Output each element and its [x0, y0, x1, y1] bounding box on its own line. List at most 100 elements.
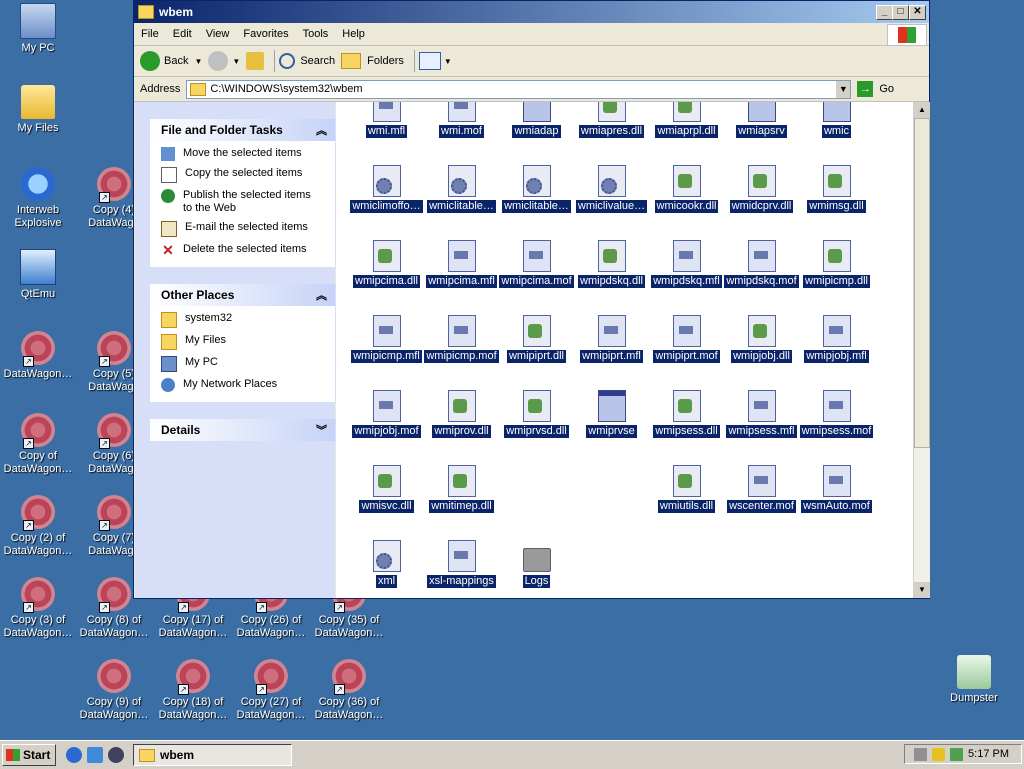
search-button[interactable]: Search	[279, 53, 335, 69]
file-item[interactable]: wmipdskq.mfl	[649, 240, 724, 291]
file-item[interactable]: wmipjobj.dll	[724, 315, 799, 366]
maximize-button[interactable]: □	[892, 5, 909, 20]
menu-tools[interactable]: Tools	[296, 28, 336, 40]
back-button[interactable]: Back ▼	[140, 51, 202, 71]
taskbar-item-wbem[interactable]: wbem	[133, 744, 292, 766]
file-item[interactable]: wmimsg.dll	[799, 165, 874, 216]
file-item[interactable]: wmisvc.dll	[349, 465, 424, 516]
desktop-icon[interactable]: Interweb Explosive	[0, 167, 76, 230]
file-list-view[interactable]: wmi.mfl wmi.mof wmiadap wmiapres.dll wmiaprp…	[336, 102, 913, 598]
file-item[interactable]: wmipiprt.dll	[499, 315, 574, 366]
file-item[interactable]: wmipicmp.mfl	[349, 315, 424, 366]
explorer-quicklaunch-icon[interactable]	[87, 747, 103, 763]
file-item[interactable]: wmiprvse	[574, 390, 649, 441]
file-item[interactable]: wmiutils.dll	[649, 465, 724, 516]
browser-quicklaunch-icon[interactable]	[66, 747, 82, 763]
desktop-icon[interactable]: ↗ Copy (3) of DataWagon…	[0, 577, 76, 640]
file-folder-tasks-header[interactable]: File and Folder Tasks ︽	[150, 119, 335, 141]
file-item[interactable]: wmic	[799, 102, 874, 141]
file-item[interactable]: wmi.mof	[424, 102, 499, 141]
desktop-icon[interactable]: ↗ Copy of DataWagon…	[0, 413, 76, 476]
file-item[interactable]: wmicookr.dll	[649, 165, 724, 216]
file-item[interactable]: wmipdskq.mof	[724, 240, 799, 291]
scroll-down-button[interactable]: ▼	[914, 582, 930, 598]
file-item[interactable]: wscenter.mof	[724, 465, 799, 516]
place-item[interactable]: My Network Places	[161, 378, 335, 392]
expand-icon[interactable]: ︾	[316, 422, 327, 438]
menu-edit[interactable]: Edit	[166, 28, 199, 40]
desktop-icon[interactable]: ↗ Copy (36) of DataWagon…	[311, 659, 387, 722]
security-shield-icon[interactable]	[932, 747, 946, 761]
desktop-icon[interactable]: Copy (9) of DataWagon…	[76, 659, 152, 722]
desktop-icon[interactable]: ↗ Copy (27) of DataWagon…	[233, 659, 309, 722]
file-item[interactable]: wmiapres.dll	[574, 102, 649, 141]
title-bar[interactable]: wbem _ □ ✕	[134, 1, 929, 23]
keyboard-icon[interactable]	[914, 747, 928, 761]
menu-favorites[interactable]: Favorites	[236, 28, 295, 40]
close-button[interactable]: ✕	[909, 5, 926, 20]
file-item[interactable]: wmiclitable…	[499, 165, 574, 216]
file-item[interactable]: xml	[349, 540, 424, 591]
address-dropdown-button[interactable]: ▼	[836, 80, 851, 98]
views-button[interactable]: ▼	[418, 52, 452, 70]
media-player-quicklaunch-icon[interactable]	[108, 747, 124, 763]
task-item[interactable]: ✕ Delete the selected items	[161, 243, 335, 257]
file-item[interactable]: wmiapsrv	[724, 102, 799, 141]
file-item[interactable]: wmipsess.dll	[649, 390, 724, 441]
file-item[interactable]: xsl-mappings	[424, 540, 499, 591]
file-item[interactable]: wmipcima.mfl	[424, 240, 499, 291]
task-item[interactable]: E-mail the selected items	[161, 221, 335, 237]
file-item[interactable]: wmipiprt.mfl	[574, 315, 649, 366]
file-item[interactable]: wmi.mfl	[349, 102, 424, 141]
file-item[interactable]: wmiclimoffo…	[349, 165, 424, 216]
desktop-icon[interactable]: Dumpster	[936, 655, 1012, 705]
place-item[interactable]: system32	[161, 312, 335, 328]
collapse-icon[interactable]: ︽	[316, 287, 327, 303]
file-item[interactable]: wmipjobj.mof	[349, 390, 424, 441]
up-folder-button[interactable]	[246, 52, 265, 70]
file-item[interactable]: wmipiprt.mof	[649, 315, 724, 366]
desktop-icon[interactable]: My Files	[0, 85, 76, 135]
file-item[interactable]: wmipcima.mof	[499, 240, 574, 291]
desktop-icon[interactable]: My PC	[0, 3, 76, 55]
file-item[interactable]: wmiclivalue…	[574, 165, 649, 216]
other-places-header[interactable]: Other Places ︽	[150, 284, 335, 306]
desktop-icon[interactable]: ↗ DataWagon…	[0, 331, 76, 381]
file-item[interactable]: wmipcima.dll	[349, 240, 424, 291]
explorer-window[interactable]: wbem _ □ ✕ File Edit View Favorites Tool…	[133, 0, 930, 599]
file-item[interactable]: Logs	[499, 540, 574, 591]
clock[interactable]: 5:17 PM	[968, 748, 1009, 760]
network-icon[interactable]	[950, 747, 964, 761]
file-item[interactable]: wmiaprpl.dll	[649, 102, 724, 141]
file-item[interactable]: wmipicmp.mof	[424, 315, 499, 366]
collapse-icon[interactable]: ︽	[316, 122, 327, 138]
file-item[interactable]: wmipdskq.dll	[574, 240, 649, 291]
file-item[interactable]: wmiadap	[499, 102, 574, 141]
go-button[interactable]: → Go	[857, 81, 894, 97]
task-item[interactable]: Move the selected items	[161, 147, 335, 161]
desktop-icon[interactable]: ↗ Copy (2) of DataWagon…	[0, 495, 76, 558]
file-item[interactable]: wmipsess.mfl	[724, 390, 799, 441]
details-header[interactable]: Details ︾	[150, 419, 335, 441]
file-item[interactable]: wmitimep.dll	[424, 465, 499, 516]
menu-view[interactable]: View	[199, 28, 237, 40]
place-item[interactable]: My Files	[161, 334, 335, 350]
forward-button[interactable]: ▼	[208, 51, 240, 71]
vertical-scrollbar[interactable]: ▲ ▼	[913, 102, 930, 598]
address-input[interactable]: C:\WINDOWS\system32\wbem ▼	[186, 79, 852, 99]
menu-help[interactable]: Help	[335, 28, 372, 40]
menu-file[interactable]: File	[134, 28, 166, 40]
file-item[interactable]: wmiprvsd.dll	[499, 390, 574, 441]
task-item[interactable]: Copy the selected items	[161, 167, 335, 183]
minimize-button[interactable]: _	[876, 5, 893, 20]
place-item[interactable]: My PC	[161, 356, 335, 372]
file-item[interactable]: wmiprov.dll	[424, 390, 499, 441]
task-item[interactable]: Publish the selected items to the Web	[161, 189, 335, 215]
file-item[interactable]: wmipsess.mof	[799, 390, 874, 441]
desktop-icon[interactable]: ↗ Copy (18) of DataWagon…	[155, 659, 231, 722]
file-item[interactable]: wmipicmp.dll	[799, 240, 874, 291]
file-item[interactable]: wmidcprv.dll	[724, 165, 799, 216]
file-item[interactable]: wmipjobj.mfl	[799, 315, 874, 366]
folders-button[interactable]: Folders	[341, 53, 404, 69]
file-item[interactable]: wsmAuto.mof	[799, 465, 874, 516]
